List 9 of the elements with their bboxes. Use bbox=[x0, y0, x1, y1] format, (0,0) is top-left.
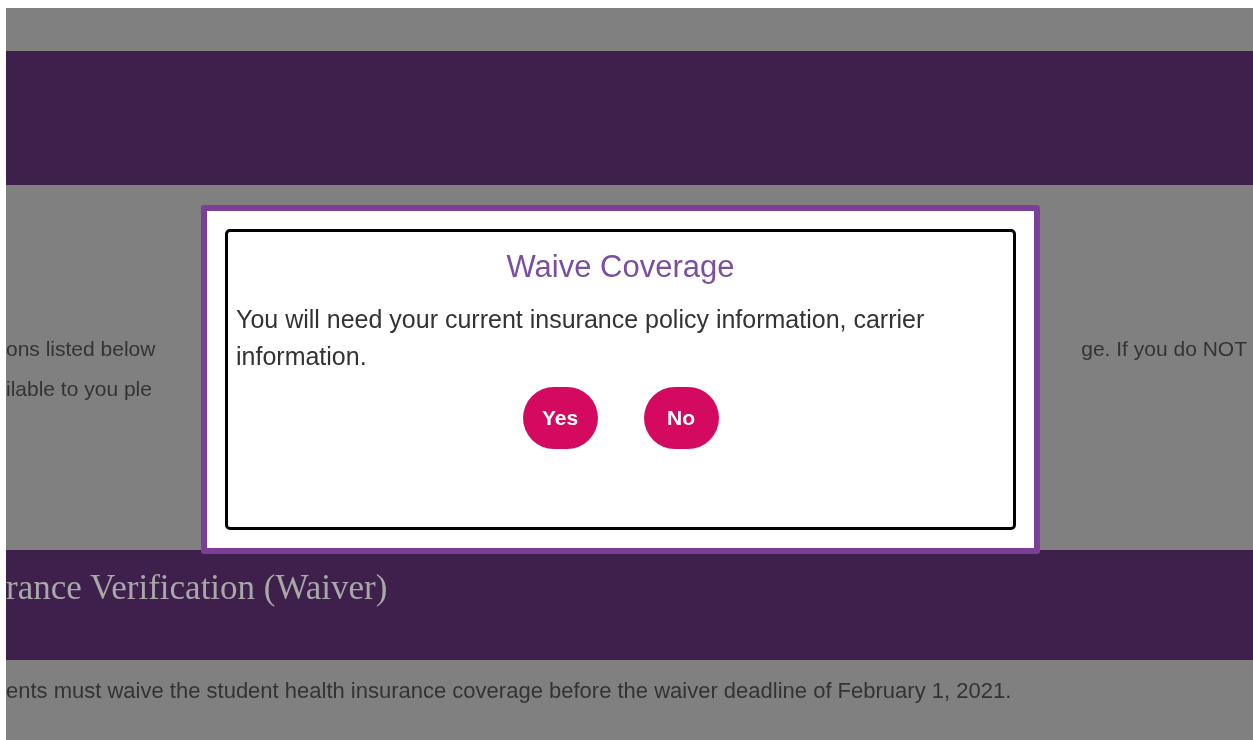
dialog-message: You will need your current insurance policy information, carrier information. bbox=[236, 303, 926, 372]
yes-button[interactable]: Yes bbox=[522, 386, 598, 449]
section-text: ents must waive the student health insurance coverage before the waiver deadline of February 1, 2021. bbox=[6, 677, 1012, 705]
body-text: ons listed below bbox=[6, 336, 156, 361]
section-heading: rance Verification (Waiver) bbox=[6, 567, 388, 609]
body-text: ge. If you do NOT bbox=[1081, 336, 1247, 361]
body-text: ilable to you ple bbox=[6, 376, 152, 401]
dialog-title: Waive Coverage bbox=[506, 248, 735, 286]
no-button[interactable]: No bbox=[643, 386, 719, 449]
